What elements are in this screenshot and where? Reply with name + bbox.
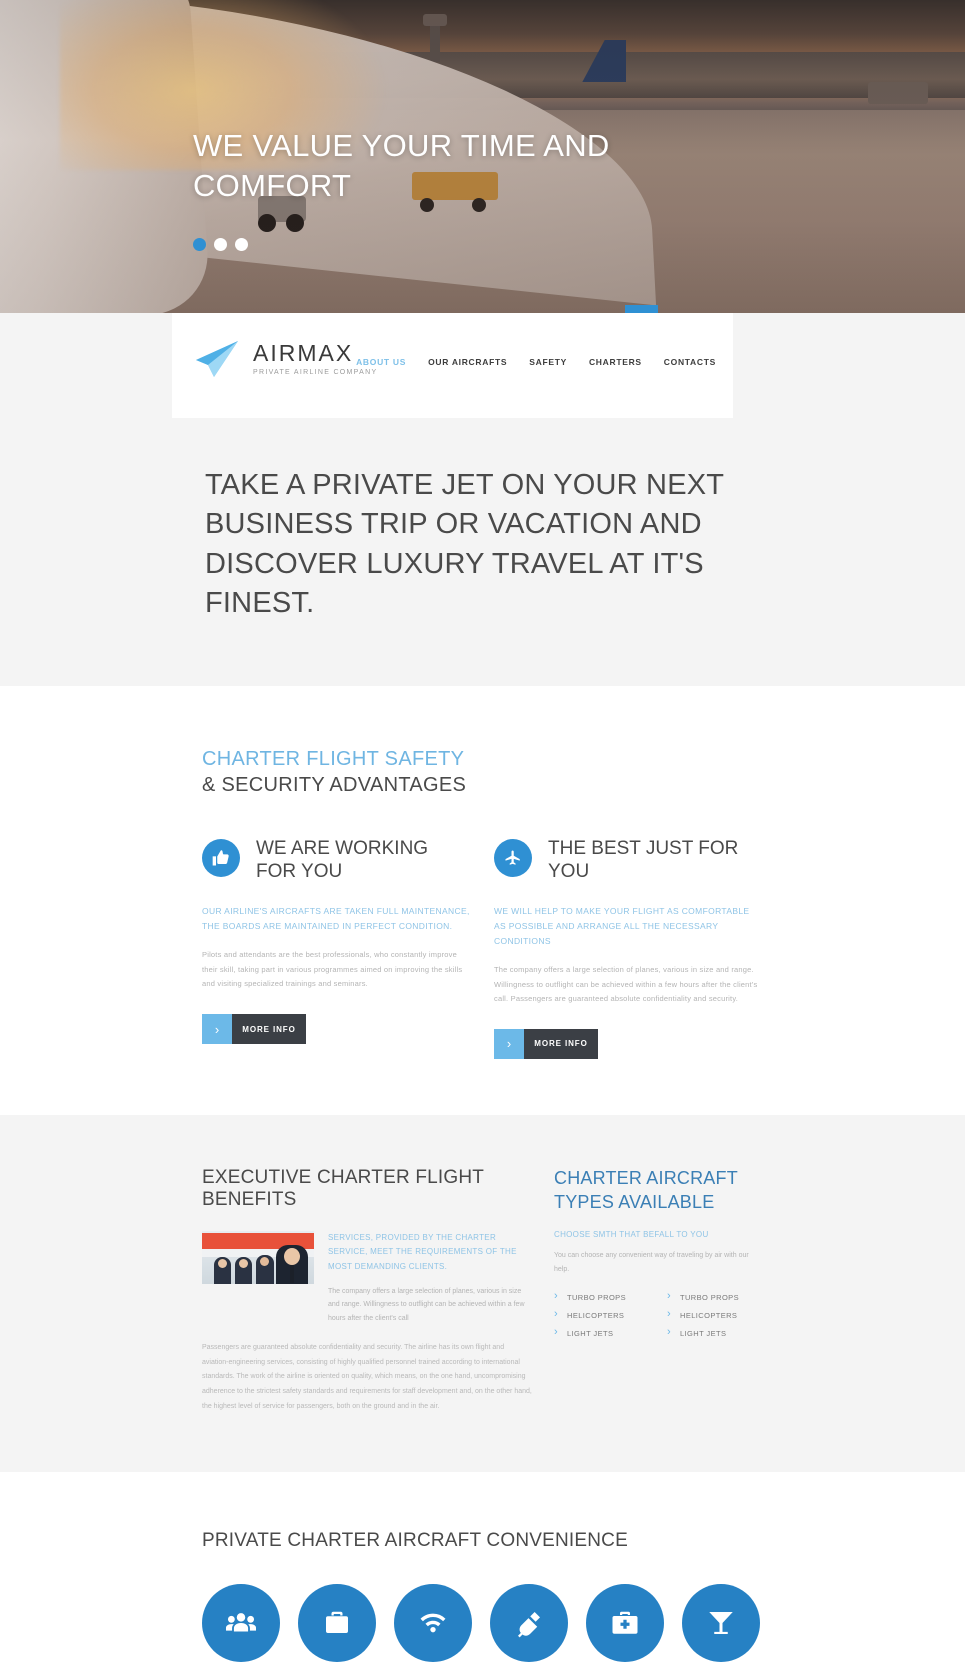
- convenience-item-wifi[interactable]: FREE WIFI ON EACH BOARD: [394, 1584, 472, 1668]
- benefits-media-row: SERVICES, PROVIDED BY THE CHARTER SERVIC…: [202, 1230, 532, 1325]
- convenience-item-medicine[interactable]: MEDICINE BOXES FOR THE FIRST AID: [586, 1584, 664, 1668]
- first-aid-kit-icon: [586, 1584, 664, 1663]
- users-group-icon: [202, 1584, 280, 1663]
- nav-item-our-aircrafts[interactable]: OUR AIRCRAFTS: [428, 357, 507, 367]
- nav-item-about-us[interactable]: ABOUT US: [356, 357, 406, 367]
- more-info-label: MORE INFO: [232, 1014, 306, 1045]
- benefits-text-block: SERVICES, PROVIDED BY THE CHARTER SERVIC…: [328, 1231, 532, 1325]
- list-item[interactable]: TURBO PROPS: [554, 1290, 649, 1311]
- slider-dot-3[interactable]: [235, 238, 248, 251]
- suitcase-icon: [298, 1584, 376, 1663]
- benefits-title: EXECUTIVE CHARTER FLIGHT BENEFITS: [202, 1166, 484, 1210]
- feature-column-working-for-you: WE ARE WORKING FOR YOU OUR AIRLINE'S AIR…: [202, 837, 470, 1059]
- convenience-item-luggage[interactable]: TERMS OF LUGGAGE FERRIAGE: [298, 1584, 376, 1668]
- headline-section: TAKE A PRIVATE JET ON YOUR NEXT BUSINESS…: [0, 418, 965, 686]
- header-card: AIRMAX PRIVATE AIRLINE COMPANY ABOUT US …: [172, 305, 733, 418]
- chevron-right-icon: ›: [494, 1028, 524, 1059]
- aircraft-types-title-line1: CHARTER AIRCRAFT: [554, 1167, 738, 1188]
- aircraft-types-subtitle: CHOOSE SMTH THAT BEFALL TO YOU: [554, 1230, 709, 1240]
- executive-benefits-column: EXECUTIVE CHARTER FLIGHT BENEFITS SERVIC…: [202, 1167, 532, 1415]
- benefits-lead: SERVICES, PROVIDED BY THE CHARTER SERVIC…: [328, 1232, 517, 1271]
- more-info-button[interactable]: › MORE INFO: [202, 1014, 306, 1045]
- convenience-item-conditions[interactable]: ALL CONDITIONS FOR USING TECHNIQUE: [490, 1584, 568, 1668]
- list-item[interactable]: TURBO PROPS: [667, 1290, 762, 1311]
- aircraft-types-text: You can choose any convenient way of tra…: [554, 1252, 749, 1274]
- more-info-button[interactable]: › MORE INFO: [494, 1028, 598, 1059]
- aircraft-types-title-line2: TYPES AVAILABLE: [554, 1191, 715, 1212]
- power-plug-icon: [490, 1584, 568, 1663]
- nav-item-contacts[interactable]: CONTACTS: [664, 357, 716, 367]
- convenience-items: A TEAM OF PROFESSIONALS TERMS OF LUGGAGE…: [202, 1584, 763, 1668]
- feature-header: THE BEST JUST FOR YOU: [494, 837, 762, 885]
- chevron-right-icon: ›: [202, 1014, 232, 1045]
- aircraft-type-list-right: TURBO PROPS HELICOPTERS LIGHT JETS: [667, 1290, 762, 1347]
- safety-title-line1: CHARTER FLIGHT SAFETY: [202, 747, 465, 770]
- airline-crew-photo: [202, 1230, 314, 1284]
- paper-plane-icon: [196, 341, 238, 377]
- brand-tagline: PRIVATE AIRLINE COMPANY: [253, 369, 378, 376]
- feature-column-best-just-for-you: THE BEST JUST FOR YOU WE WILL HELP TO MA…: [494, 837, 762, 1059]
- slider-dot-1[interactable]: [193, 238, 206, 251]
- safety-title-line2: & SECURITY ADVANTAGES: [202, 774, 467, 797]
- benefits-small-text: The company offers a large selection of …: [328, 1288, 525, 1322]
- hero-title: WE VALUE YOUR TIME AND COMFORT: [193, 128, 610, 203]
- hero-slider: WE VALUE YOUR TIME AND COMFORT: [0, 0, 965, 313]
- feature-body: Pilots and attendants are the best profe…: [202, 950, 463, 989]
- list-item[interactable]: HELICOPTERS: [667, 1308, 762, 1329]
- main-navigation: ABOUT US OUR AIRCRAFTS SAFETY CHARTERS C…: [356, 357, 716, 367]
- feature-lead: OUR AIRLINE'S AIRCRAFTS ARE TAKEN FULL M…: [202, 906, 470, 932]
- benefits-columns: EXECUTIVE CHARTER FLIGHT BENEFITS SERVIC…: [202, 1167, 763, 1415]
- safety-columns: WE ARE WORKING FOR YOU OUR AIRLINE'S AIR…: [202, 837, 763, 1059]
- feature-title: WE ARE WORKING FOR YOU: [256, 837, 429, 883]
- list-item[interactable]: LIGHT JETS: [554, 1326, 649, 1347]
- feature-body: The company offers a large selection of …: [494, 965, 758, 1004]
- nav-item-safety[interactable]: SAFETY: [529, 357, 567, 367]
- convenience-item-team[interactable]: A TEAM OF PROFESSIONALS: [202, 1584, 280, 1668]
- convenience-item-bars[interactable]: BARS WITH GREAT VARIETY OF DRINKS: [682, 1584, 760, 1668]
- aircraft-types-lists: TURBO PROPS HELICOPTERS LIGHT JETS TURBO…: [554, 1290, 762, 1347]
- header-accent-tab: [625, 305, 658, 313]
- feature-lead: WE WILL HELP TO MAKE YOUR FLIGHT AS COMF…: [494, 906, 750, 947]
- slider-dot-2[interactable]: [214, 238, 227, 251]
- aircraft-type-list-left: TURBO PROPS HELICOPTERS LIGHT JETS: [554, 1290, 649, 1347]
- nav-item-charters[interactable]: CHARTERS: [589, 357, 642, 367]
- slider-dots[interactable]: [193, 238, 248, 251]
- more-info-label: MORE INFO: [524, 1028, 598, 1059]
- wifi-icon: [394, 1584, 472, 1663]
- thumbs-up-icon: [202, 838, 240, 877]
- page-root: WE VALUE YOUR TIME AND COMFORT AIRMAX PR…: [0, 0, 965, 1668]
- benefits-paragraph: Passengers are guaranteed absolute confi…: [202, 1343, 532, 1410]
- feature-header: WE ARE WORKING FOR YOU: [202, 837, 470, 885]
- aircraft-types-column: CHARTER AIRCRAFT TYPES AVAILABLE CHOOSE …: [554, 1167, 762, 1415]
- cocktail-glass-icon: [682, 1584, 760, 1663]
- brand-logo[interactable]: AIRMAX PRIVATE AIRLINE COMPANY: [194, 339, 377, 379]
- safety-section-title: CHARTER FLIGHT SAFETY & SECURITY ADVANTA…: [202, 746, 763, 799]
- header-region: AIRMAX PRIVATE AIRLINE COMPANY ABOUT US …: [0, 305, 965, 418]
- benefits-section: EXECUTIVE CHARTER FLIGHT BENEFITS SERVIC…: [0, 1114, 965, 1473]
- list-item[interactable]: HELICOPTERS: [554, 1308, 649, 1329]
- list-item[interactable]: LIGHT JETS: [667, 1326, 762, 1347]
- feature-title: THE BEST JUST FOR YOU: [548, 837, 739, 883]
- convenience-section: PRIVATE CHARTER AIRCRAFT CONVENIENCE A T…: [0, 1472, 965, 1668]
- convenience-title: PRIVATE CHARTER AIRCRAFT CONVENIENCE: [202, 1530, 628, 1552]
- safety-section: CHARTER FLIGHT SAFETY & SECURITY ADVANTA…: [0, 685, 965, 1115]
- airplane-icon: [494, 838, 532, 877]
- aircraft-types-title: CHARTER AIRCRAFT TYPES AVAILABLE: [554, 1167, 762, 1215]
- page-title: TAKE A PRIVATE JET ON YOUR NEXT BUSINESS…: [205, 469, 724, 620]
